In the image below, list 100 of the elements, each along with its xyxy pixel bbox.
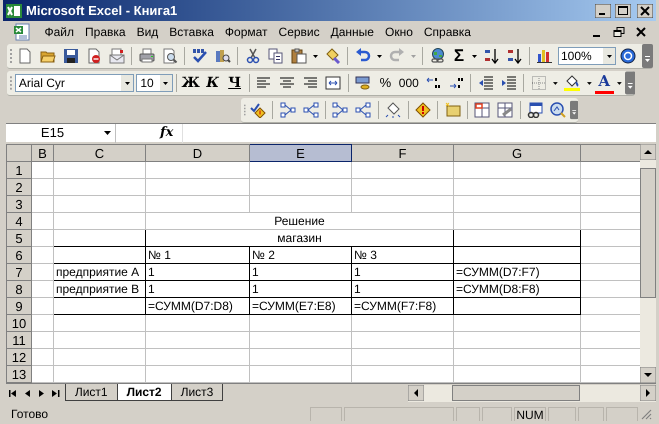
fill-color-icon[interactable] <box>564 75 580 91</box>
trace-dependents-icon[interactable] <box>302 102 319 118</box>
caret-icon[interactable] <box>616 82 622 84</box>
copy-icon[interactable] <box>268 48 284 64</box>
trace-dependents-icon[interactable] <box>355 102 372 118</box>
evaluate-formula-icon[interactable] <box>550 102 566 118</box>
sheet-tab[interactable]: Лист3 <box>170 384 224 400</box>
decrease-decimal-icon[interactable] <box>448 75 464 91</box>
underline-button[interactable]: Ч <box>224 72 246 94</box>
autosum-button[interactable]: Σ <box>449 45 469 67</box>
caret-icon[interactable] <box>124 82 130 84</box>
font-size-dropdown[interactable]: 10 <box>136 74 173 92</box>
name-box[interactable]: E15 <box>6 124 116 142</box>
row-header[interactable]: 5 <box>6 230 32 246</box>
column-header[interactable]: D <box>146 144 250 162</box>
caret-icon[interactable] <box>553 82 558 84</box>
scroll-thumb[interactable] <box>452 385 580 401</box>
sort-ascending-icon[interactable] <box>484 48 500 64</box>
clipboard-icon[interactable] <box>290 48 306 64</box>
caret-icon[interactable] <box>104 131 110 135</box>
row-header[interactable]: 6 <box>6 246 32 264</box>
sheet-tab[interactable]: Лист1 <box>64 384 118 400</box>
research-icon[interactable] <box>214 48 230 64</box>
caret-icon[interactable] <box>313 54 318 58</box>
warning-diamond-icon[interactable] <box>414 102 431 118</box>
maximize-icon[interactable] <box>615 4 631 18</box>
toolbar-options-icon[interactable] <box>624 71 635 95</box>
document-stop-icon[interactable] <box>86 48 102 64</box>
spreadsheet-document-icon[interactable] <box>13 23 31 41</box>
clear-circles-icon[interactable] <box>497 102 514 118</box>
scroll-left-button[interactable] <box>408 385 424 401</box>
font-color-button[interactable]: A <box>594 72 614 94</box>
font-dropdown[interactable]: Arial Cyr <box>14 74 134 92</box>
row-header[interactable]: 12 <box>6 348 32 366</box>
column-header[interactable]: B <box>32 144 54 162</box>
thousands-button[interactable]: 000 <box>396 72 422 94</box>
comment-icon[interactable] <box>444 102 461 118</box>
indent-icon[interactable] <box>500 75 517 91</box>
vertical-scrollbar[interactable] <box>640 144 656 383</box>
menu-item[interactable]: Сервис <box>273 23 326 41</box>
menu-item[interactable]: Вид <box>131 23 164 41</box>
menu-item[interactable]: Файл <box>39 23 80 41</box>
scroll-up-button[interactable] <box>640 144 656 160</box>
trace-precedents-icon[interactable] <box>332 102 348 118</box>
sheet-tab[interactable]: Лист2 <box>116 384 172 400</box>
row-header[interactable]: 4 <box>6 212 32 230</box>
outdent-icon[interactable] <box>478 75 494 91</box>
caret-icon[interactable] <box>472 54 477 58</box>
help-icon[interactable] <box>620 48 636 64</box>
italic-button[interactable]: К <box>202 72 224 94</box>
insert-function-button[interactable]: fx <box>160 123 178 143</box>
restore-icon[interactable] <box>612 26 626 38</box>
column-header[interactable]: C <box>54 144 146 162</box>
column-header[interactable]: G <box>454 144 580 162</box>
scroll-thumb[interactable] <box>640 168 656 298</box>
brush-icon[interactable] <box>324 48 340 64</box>
caret-icon[interactable] <box>163 82 168 84</box>
merge-center-icon[interactable] <box>325 75 342 91</box>
row-header[interactable]: 1 <box>6 162 32 178</box>
close-icon[interactable] <box>634 26 648 38</box>
undo-icon[interactable] <box>354 48 370 64</box>
watch-window-icon[interactable] <box>527 102 544 118</box>
caret-icon[interactable] <box>377 54 382 58</box>
borders-icon[interactable] <box>530 75 547 91</box>
row-header[interactable]: 11 <box>6 332 32 348</box>
print-preview-icon[interactable] <box>162 48 178 64</box>
currency-icon[interactable] <box>354 75 371 91</box>
toolbar-grip[interactable] <box>10 47 13 65</box>
menu-item[interactable]: Формат <box>219 23 274 41</box>
mail-icon[interactable] <box>108 48 124 64</box>
menu-item[interactable]: Данные <box>325 23 380 41</box>
row-header[interactable]: 7 <box>6 264 32 280</box>
circle-data-icon[interactable] <box>474 102 490 118</box>
menu-item[interactable]: Справка <box>418 23 476 41</box>
minimize-icon[interactable] <box>595 4 611 18</box>
error-check-icon[interactable] <box>250 102 266 118</box>
close-icon[interactable] <box>637 4 653 18</box>
new-document-icon[interactable] <box>16 48 32 64</box>
increase-decimal-icon[interactable] <box>424 75 441 91</box>
spelling-check-icon[interactable] <box>192 48 208 64</box>
bar-chart-icon[interactable] <box>536 48 552 64</box>
row-header[interactable]: 3 <box>6 196 32 212</box>
menu-item[interactable]: Окно <box>379 23 418 41</box>
scroll-down-button[interactable] <box>640 367 656 383</box>
resize-grip-icon[interactable] <box>640 408 652 420</box>
select-all-button[interactable] <box>6 144 32 162</box>
zoom-dropdown[interactable]: 100% <box>558 47 616 65</box>
column-header[interactable]: E <box>250 144 352 162</box>
sort-descending-icon[interactable] <box>506 48 522 64</box>
row-header[interactable]: 8 <box>6 280 32 298</box>
scissors-icon[interactable] <box>244 48 260 64</box>
toolbar-options-icon[interactable] <box>642 44 653 68</box>
globe-link-icon[interactable] <box>430 48 446 64</box>
save-icon[interactable] <box>62 48 78 64</box>
menu-item[interactable]: Правка <box>80 23 132 41</box>
row-header[interactable]: 9 <box>6 298 32 314</box>
row-header[interactable]: 13 <box>6 366 32 382</box>
trace-precedents-icon[interactable] <box>280 102 296 118</box>
row-header[interactable]: 10 <box>6 314 32 332</box>
printer-icon[interactable] <box>138 48 154 64</box>
